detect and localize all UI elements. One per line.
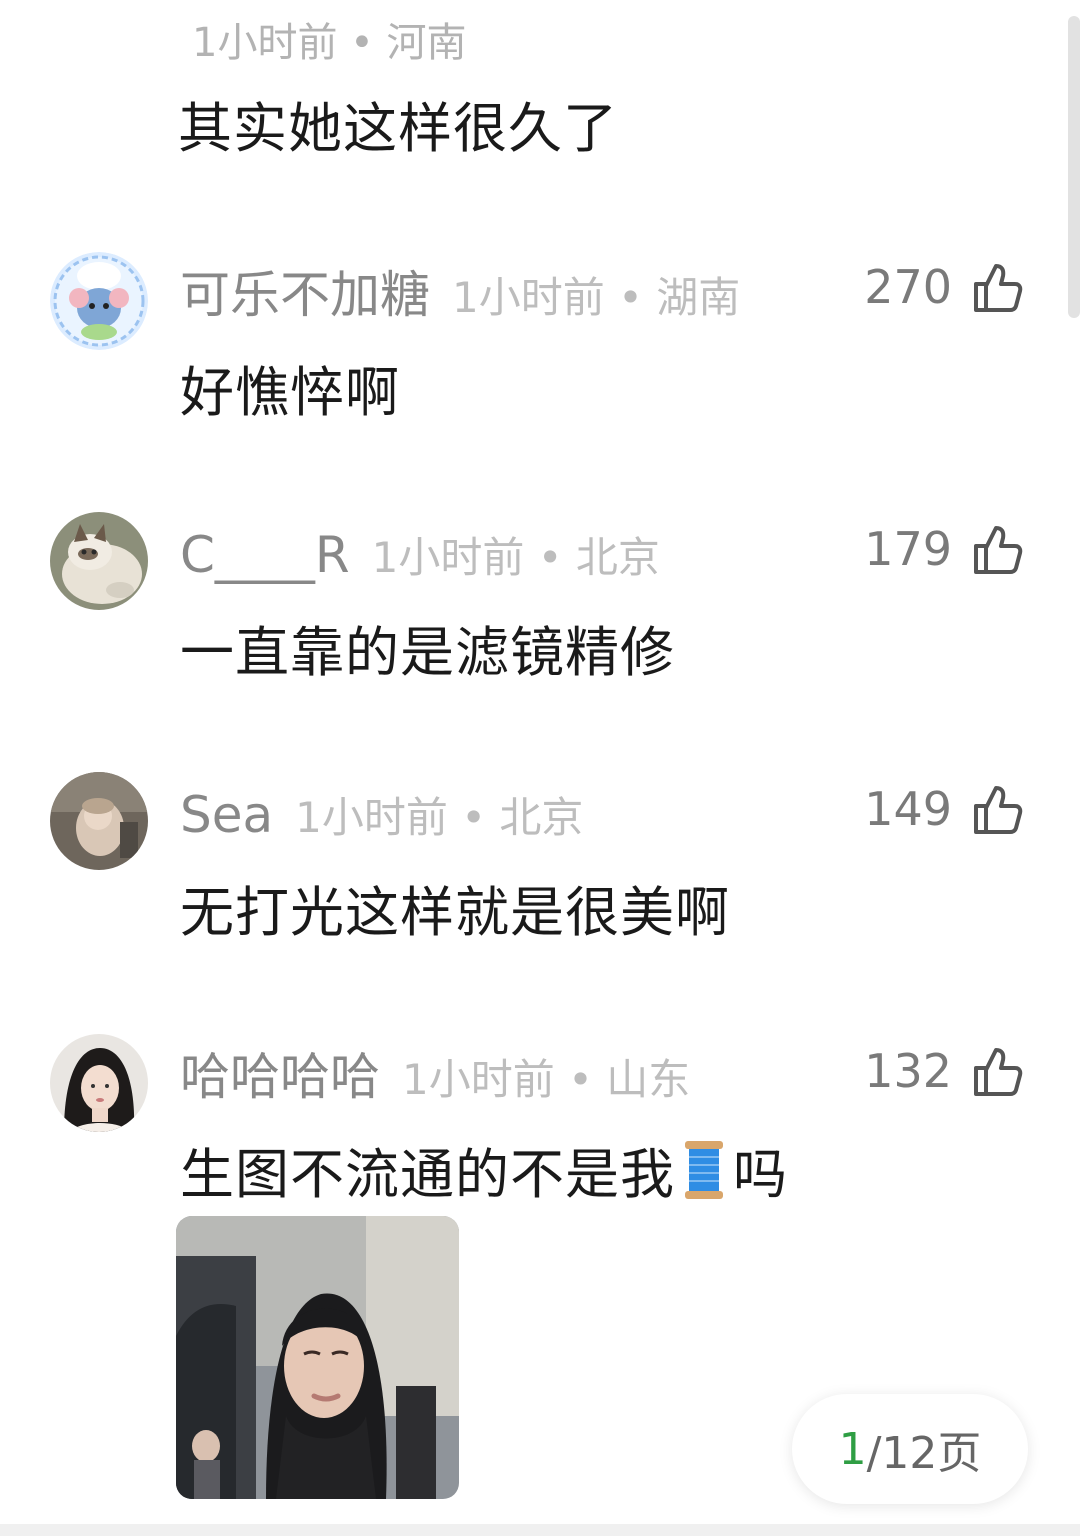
like-count: 132 — [864, 1044, 952, 1098]
like-button[interactable]: 149 — [864, 782, 1024, 836]
scrollbar[interactable] — [1068, 16, 1080, 318]
comment-meta: 1小时前 • 山东 — [402, 1055, 691, 1104]
like-button[interactable]: 179 — [864, 522, 1024, 576]
bottom-bar — [0, 1524, 1080, 1536]
comment-header: C____R 1小时前 • 北京 — [180, 530, 660, 580]
page-indicator[interactable]: 1/12页 — [792, 1394, 1028, 1504]
comment-meta: 1小时前 • 北京 — [371, 533, 660, 582]
like-count: 149 — [864, 782, 952, 836]
like-count: 270 — [864, 260, 952, 314]
total-pages: /12页 — [866, 1428, 982, 1479]
thumbs-up-icon — [974, 786, 1023, 834]
like-button[interactable]: 132 — [864, 1044, 1024, 1098]
comment-meta: 1小时前 • 湖南 — [452, 273, 741, 322]
like-button[interactable]: 270 — [864, 260, 1024, 314]
thumbs-up-icon — [974, 264, 1023, 312]
comment-text: 生图不流通的不是我 吗 — [180, 1130, 788, 1209]
comment-text-part: 吗 — [733, 1143, 788, 1206]
comment-header: 可乐不加糖 1小时前 • 湖南 — [180, 270, 740, 320]
comment-meta: 1小时前 • 河南 — [192, 20, 467, 66]
thumbs-up-icon — [974, 1048, 1023, 1096]
comment-header: Sea 1小时前 • 北京 — [180, 790, 583, 840]
username[interactable]: Sea — [180, 786, 273, 844]
comment-text: 好憔悴啊 — [180, 361, 400, 424]
avatar[interactable] — [50, 772, 148, 870]
username[interactable]: 哈哈哈哈 — [180, 1048, 380, 1106]
comment-text-part: 生图不流通的不是我 — [180, 1143, 675, 1206]
avatar[interactable] — [50, 1034, 148, 1132]
comment-text: 一直靠的是滤镜精修 — [180, 621, 675, 684]
spool-of-thread-emoji — [685, 1141, 723, 1199]
comment-text: 无打光这样就是很美啊 — [180, 881, 730, 944]
avatar[interactable] — [50, 512, 148, 610]
comment-meta: 1小时前 • 北京 — [295, 793, 584, 842]
username[interactable]: 可乐不加糖 — [180, 266, 430, 324]
current-page: 1 — [838, 1423, 867, 1475]
avatar[interactable] — [50, 252, 148, 350]
username[interactable]: C____R — [180, 526, 350, 584]
comment-header: 哈哈哈哈 1小时前 • 山东 — [180, 1052, 690, 1102]
thumbs-up-icon — [974, 526, 1023, 574]
comment-image[interactable] — [176, 1216, 459, 1499]
like-count: 179 — [864, 522, 952, 576]
comment-text: 其实她这样很久了 — [178, 97, 618, 160]
